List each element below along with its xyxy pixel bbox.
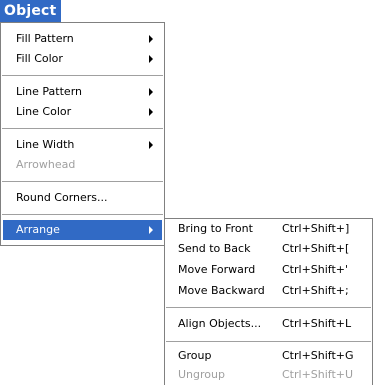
menu-item-shortcut: Ctrl+Shift+[ [282,242,350,255]
menu-item-shortcut: Ctrl+Shift+G [282,349,354,362]
menu-item-label: Line Width [16,138,75,151]
submenu-arrow-icon [149,226,153,234]
menu-item-send-to-back[interactable]: Send to Back Ctrl+Shift+[ [167,239,370,259]
menu-item-line-width[interactable]: Line Width [3,135,162,155]
submenu-arrow-icon [149,55,153,63]
menu-item-label: Ungroup [178,368,225,381]
menu-item-label: Group [178,349,212,362]
menu-item-ungroup: Ungroup Ctrl+Shift+U [167,365,370,385]
menu-item-label: Fill Pattern [16,32,74,45]
menu-item-label: Line Pattern [16,85,82,98]
submenu-arrow-icon [149,108,153,116]
menu-item-label: Line Color [16,105,72,118]
menu-item-fill-pattern[interactable]: Fill Pattern [3,29,162,49]
menu-separator [2,214,163,215]
menu-item-shortcut: Ctrl+Shift+] [282,222,350,235]
menu-item-arrange[interactable]: Arrange [3,220,162,240]
menu-separator [2,128,163,129]
menu-separator [2,75,163,76]
menu-item-bring-to-front[interactable]: Bring to Front Ctrl+Shift+] [167,219,370,239]
menu-item-label: Fill Color [16,52,63,65]
menu-item-move-backward[interactable]: Move Backward Ctrl+Shift+; [167,281,370,301]
menu-separator [166,307,371,308]
arrange-submenu: Bring to Front Ctrl+Shift+] Send to Back… [164,218,373,385]
menu-item-label: Send to Back [178,242,251,255]
menu-item-label: Arrange [16,223,60,236]
menu-item-label: Move Forward [178,263,256,276]
menu-item-label: Arrowhead [16,158,76,171]
menu-item-arrowhead: Arrowhead [3,155,162,175]
menu-item-move-forward[interactable]: Move Forward Ctrl+Shift+' [167,260,370,280]
menu-item-shortcut: Ctrl+Shift+U [282,368,354,381]
menu-item-label: Round Corners... [16,191,108,204]
menu-item-align-objects[interactable]: Align Objects... Ctrl+Shift+L [167,314,370,334]
submenu-arrow-icon [149,88,153,96]
object-menu-title[interactable]: Object [0,0,62,22]
menu-item-label: Move Backward [178,284,265,297]
menu-item-fill-color[interactable]: Fill Color [3,49,162,69]
menu-item-label: Bring to Front [178,222,253,235]
menu-item-line-color[interactable]: Line Color [3,102,162,122]
menu-item-line-pattern[interactable]: Line Pattern [3,82,162,102]
menu-item-shortcut: Ctrl+Shift+' [282,263,349,276]
menu-item-round-corners[interactable]: Round Corners... [3,188,162,208]
menu-separator [166,341,371,342]
menu-separator [2,181,163,182]
submenu-arrow-icon [149,141,153,149]
menu-item-label: Align Objects... [178,317,262,330]
object-menu: Fill Pattern Fill Color Line Pattern Lin… [0,22,165,246]
menu-item-shortcut: Ctrl+Shift+L [282,317,352,330]
menu-item-group[interactable]: Group Ctrl+Shift+G [167,346,370,366]
submenu-arrow-icon [149,35,153,43]
menu-item-shortcut: Ctrl+Shift+; [282,284,349,297]
